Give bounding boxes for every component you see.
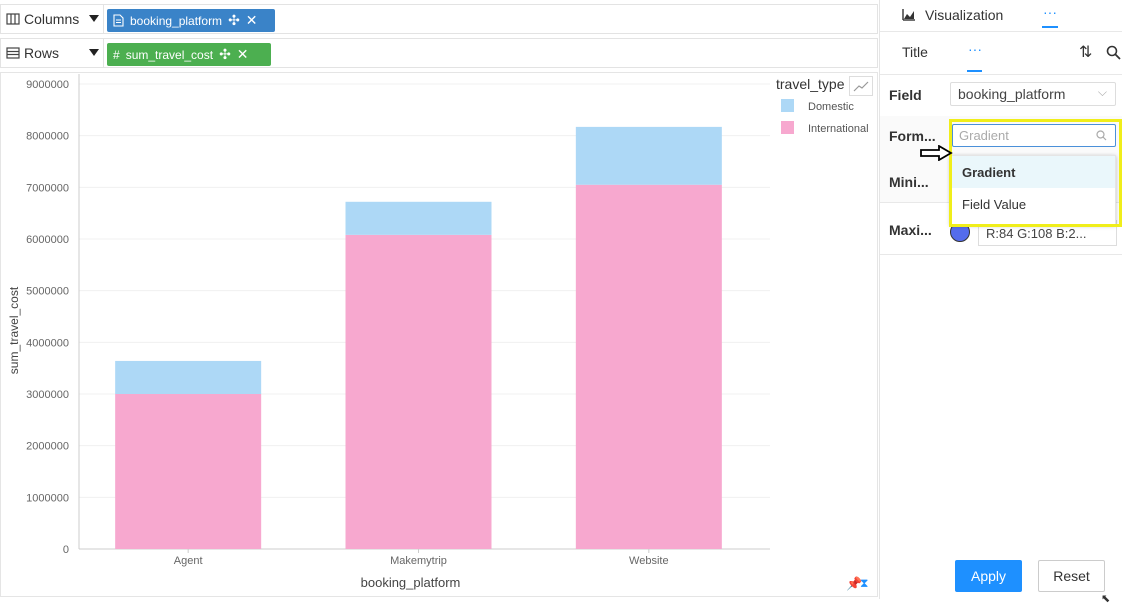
y-tick-label: 1000000 [26,492,69,504]
remove-row-icon[interactable]: ✕ [237,46,249,63]
divider [880,254,1122,255]
sort-icon[interactable]: ⇅ [1079,42,1092,62]
hourglass-icon[interactable]: ⧗ [860,576,868,591]
columns-pill-label: booking_platform [130,13,223,28]
y-tick-label: 5000000 [26,286,69,298]
legend-swatch-domestic [781,99,794,112]
y-tick-label: 2000000 [26,441,69,453]
x-tick-label: Agent [174,555,203,567]
subtab-title[interactable]: Title [902,44,928,60]
legend-title: travel_type [776,76,845,92]
move-icon[interactable]: ✣ [228,12,240,29]
chevron-down-icon: ⌵ [1097,85,1107,99]
apply-button[interactable]: Apply [955,560,1022,592]
bar-domestic-website [575,126,722,185]
legend-label-international: International [808,123,869,135]
panel-subtabs: Title ··· ⇅ [880,36,1122,72]
subtab-more[interactable]: ··· [968,41,982,57]
bar-international-agent [115,394,262,549]
rows-drop-zone[interactable]: # sum_travel_cost ✣ ✕ [104,38,878,68]
y-axis-title: sum_travel_cost [7,286,21,374]
y-tick-label: 6000000 [26,234,69,246]
text-field-icon [113,14,124,27]
reset-button[interactable]: Reset [1038,560,1105,592]
minimum-label: Mini... [889,174,929,190]
y-tick-label: 0 [63,544,69,556]
columns-shelf-label[interactable]: Columns [0,4,104,34]
columns-pill[interactable]: booking_platform ✣ ✕ [107,9,275,32]
format-label: Form... [889,128,936,144]
field-label: Field [889,87,922,103]
rows-label: Rows [24,45,60,61]
move-icon[interactable]: ✣ [219,46,231,63]
tab-more[interactable]: ··· [1043,4,1057,20]
y-tick-label: 4000000 [26,337,69,349]
remove-column-icon[interactable]: ✕ [246,12,258,29]
columns-label: Columns [24,11,80,27]
bar-domestic-agent [115,360,262,394]
rows-caret-icon[interactable] [89,49,99,56]
properties-panel: Visualization ··· Title ··· ⇅ Field book… [879,0,1122,599]
chart-icon [902,9,915,21]
field-row: Field booking_platform ⌵ [880,74,1122,116]
rows-shelf-label[interactable]: Rows [0,38,104,68]
bar-international-makemytrip [345,234,492,549]
rows-pill-label: sum_travel_cost [125,47,214,62]
numeric-field-icon: # [113,47,120,62]
y-tick-label: 7000000 [26,182,69,194]
rows-icon [6,47,20,59]
search-icon[interactable] [1106,45,1121,60]
y-tick-label: 3000000 [26,389,69,401]
maximum-label: Maxi... [889,222,932,238]
arrow-annotation-icon [920,145,953,161]
columns-drop-zone[interactable]: booking_platform ✣ ✕ [104,4,878,34]
legend-label-domestic: Domestic [808,101,854,113]
tab-more-underline [1042,26,1058,28]
columns-icon [6,13,20,25]
panel-tabs: Visualization ··· [880,0,1122,32]
tab-visualization[interactable]: Visualization [925,7,1003,23]
subtab-more-underline [967,70,982,72]
y-tick-label: 8000000 [26,131,69,143]
stacked-bar-chart: 0 1000000 2000000 3000000 4000000 5000000 6000… [7,74,869,590]
x-tick-label: Makemytrip [390,555,447,567]
x-axis-title: booking_platform [361,575,461,590]
rows-pill[interactable]: # sum_travel_cost ✣ ✕ [107,43,271,66]
bar-domestic-makemytrip [345,201,492,235]
bar-international-website [575,184,722,549]
trend-icon[interactable] [849,76,873,96]
x-tick-label: Website [629,555,669,567]
highlight-box [949,119,1122,227]
legend-swatch-international [781,121,794,134]
columns-caret-icon[interactable] [89,15,99,22]
field-select[interactable]: booking_platform ⌵ [950,82,1116,106]
field-select-value: booking_platform [958,86,1066,102]
y-tick-label: 9000000 [26,79,69,91]
divider [880,31,1122,32]
